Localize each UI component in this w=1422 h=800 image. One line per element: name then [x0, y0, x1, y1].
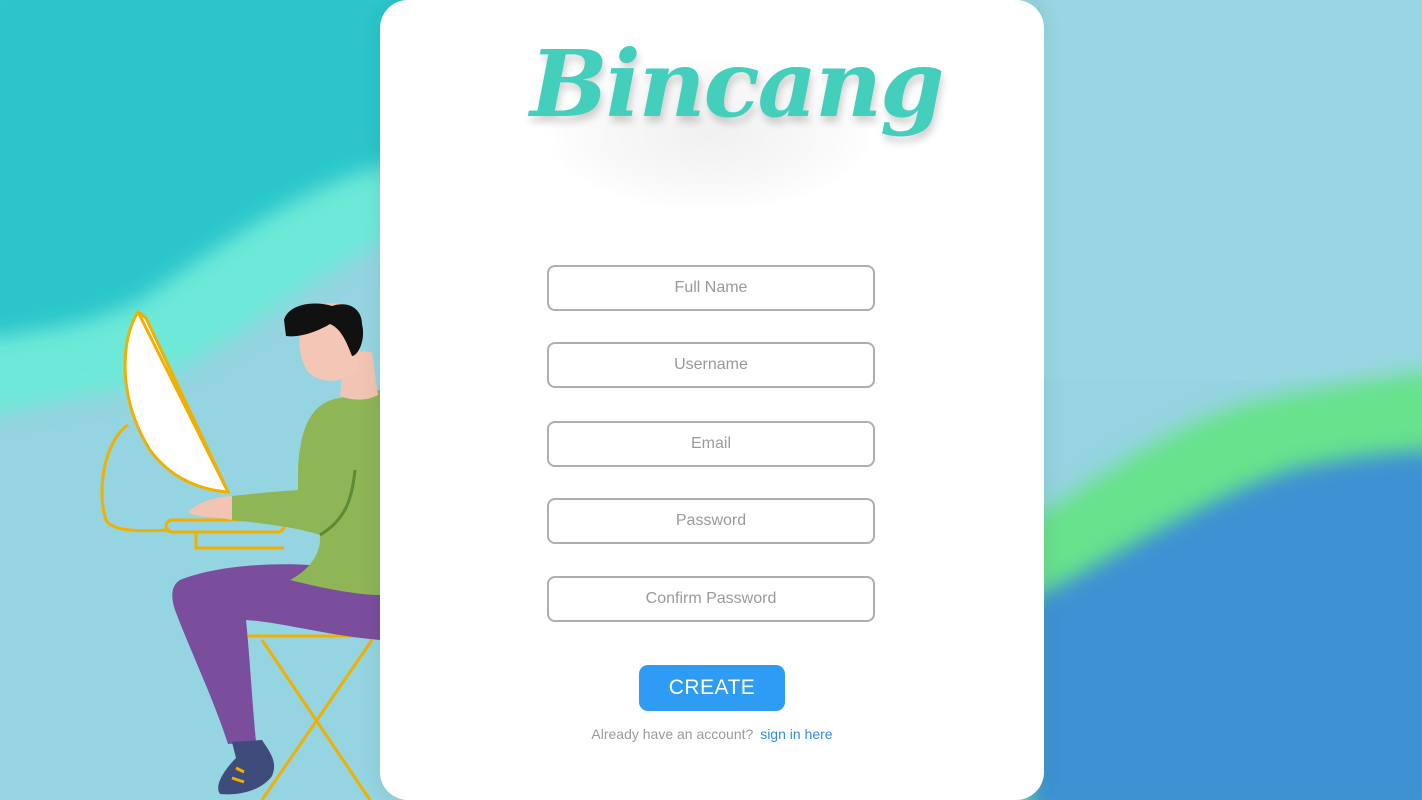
signin-prompt-row: Already have an account? sign in here [380, 726, 1044, 742]
confirm-password-input[interactable] [549, 578, 873, 620]
email-field[interactable] [547, 421, 875, 467]
signin-prompt-text: Already have an account? [591, 726, 754, 742]
email-input[interactable] [549, 423, 873, 465]
logo-area: Bincang [530, 20, 944, 210]
password-field[interactable] [547, 498, 875, 544]
create-button[interactable]: CREATE [639, 665, 785, 711]
full-name-field[interactable] [547, 265, 875, 311]
password-input[interactable] [549, 500, 873, 542]
signup-card: Bincang CREATE Already have an account? … [380, 0, 1044, 800]
confirm-password-field[interactable] [547, 576, 875, 622]
username-field[interactable] [547, 342, 875, 388]
app-logo: Bincang [530, 30, 944, 138]
full-name-input[interactable] [549, 267, 873, 309]
username-input[interactable] [549, 344, 873, 386]
signin-link[interactable]: sign in here [760, 726, 832, 742]
signup-page: Bincang CREATE Already have an account? … [0, 0, 1422, 800]
person-at-computer-illustration [100, 303, 380, 800]
